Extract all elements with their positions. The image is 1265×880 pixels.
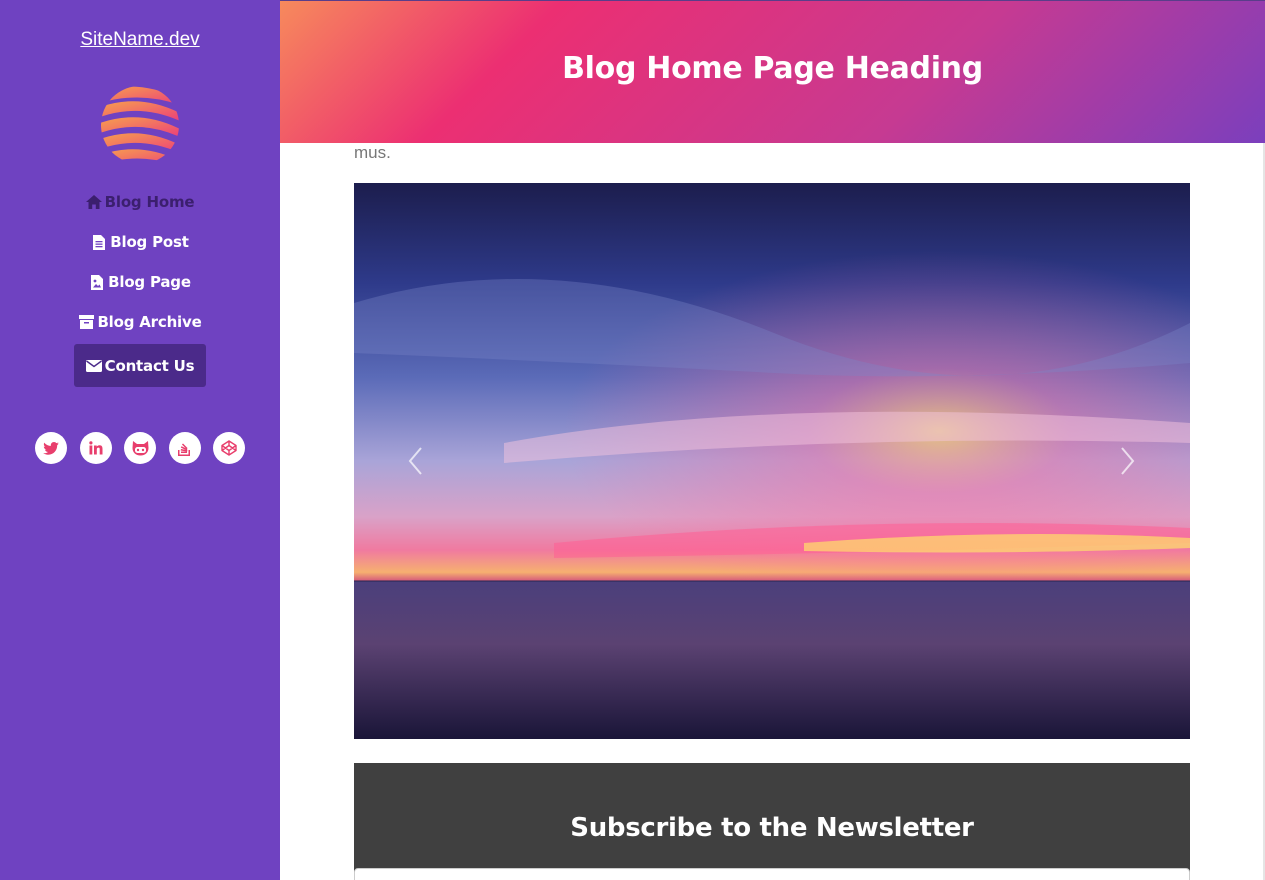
nav-item-label: Contact Us (104, 356, 195, 375)
nav-item-contact-us[interactable]: Contact Us (74, 344, 206, 387)
github-icon[interactable] (124, 432, 156, 464)
newsletter-section: Subscribe to the Newsletter (354, 763, 1190, 880)
sidebar-nav: Blog Home Blog Post Blog Page Blog Archi… (0, 182, 280, 387)
carousel-image (354, 183, 1190, 739)
nav-item-label: Blog Home (104, 193, 195, 211)
file-icon (91, 234, 107, 250)
page-title: Blog Home Page Heading (562, 51, 983, 86)
stack-overflow-icon[interactable] (168, 432, 201, 464)
nav-item-blog-home[interactable]: Blog Home (0, 182, 280, 222)
nav-item-blog-archive[interactable]: Blog Archive (0, 302, 280, 342)
nav-item-label: Blog Page (108, 273, 191, 291)
image-carousel[interactable] (354, 183, 1190, 739)
archive-icon (78, 314, 94, 330)
file-image-icon (89, 274, 105, 290)
chevron-right-icon[interactable] (1117, 445, 1137, 477)
linkedin-icon[interactable] (79, 432, 112, 464)
nav-item-label: Blog Archive (97, 313, 202, 331)
nav-item-blog-page[interactable]: Blog Page (0, 262, 280, 302)
home-icon (85, 194, 102, 210)
logo-icon[interactable] (100, 85, 180, 165)
chevron-left-icon[interactable] (406, 445, 426, 477)
nav-item-blog-post[interactable]: Blog Post (0, 222, 280, 262)
nav-item-label: Blog Post (110, 233, 189, 251)
newsletter-title: Subscribe to the Newsletter (570, 813, 974, 843)
sidebar: SiteName.dev Blog Home Blog Post Blog Pa… (0, 0, 280, 880)
truncated-paragraph: mus. (354, 143, 391, 162)
envelope-icon (85, 358, 102, 374)
codepen-icon[interactable] (213, 432, 245, 464)
page-header: Blog Home Page Heading (280, 0, 1265, 143)
twitter-icon[interactable] (35, 432, 67, 464)
social-links (35, 432, 258, 464)
newsletter-email-input[interactable] (354, 868, 1190, 880)
site-name-link[interactable]: SiteName.dev (0, 29, 280, 51)
